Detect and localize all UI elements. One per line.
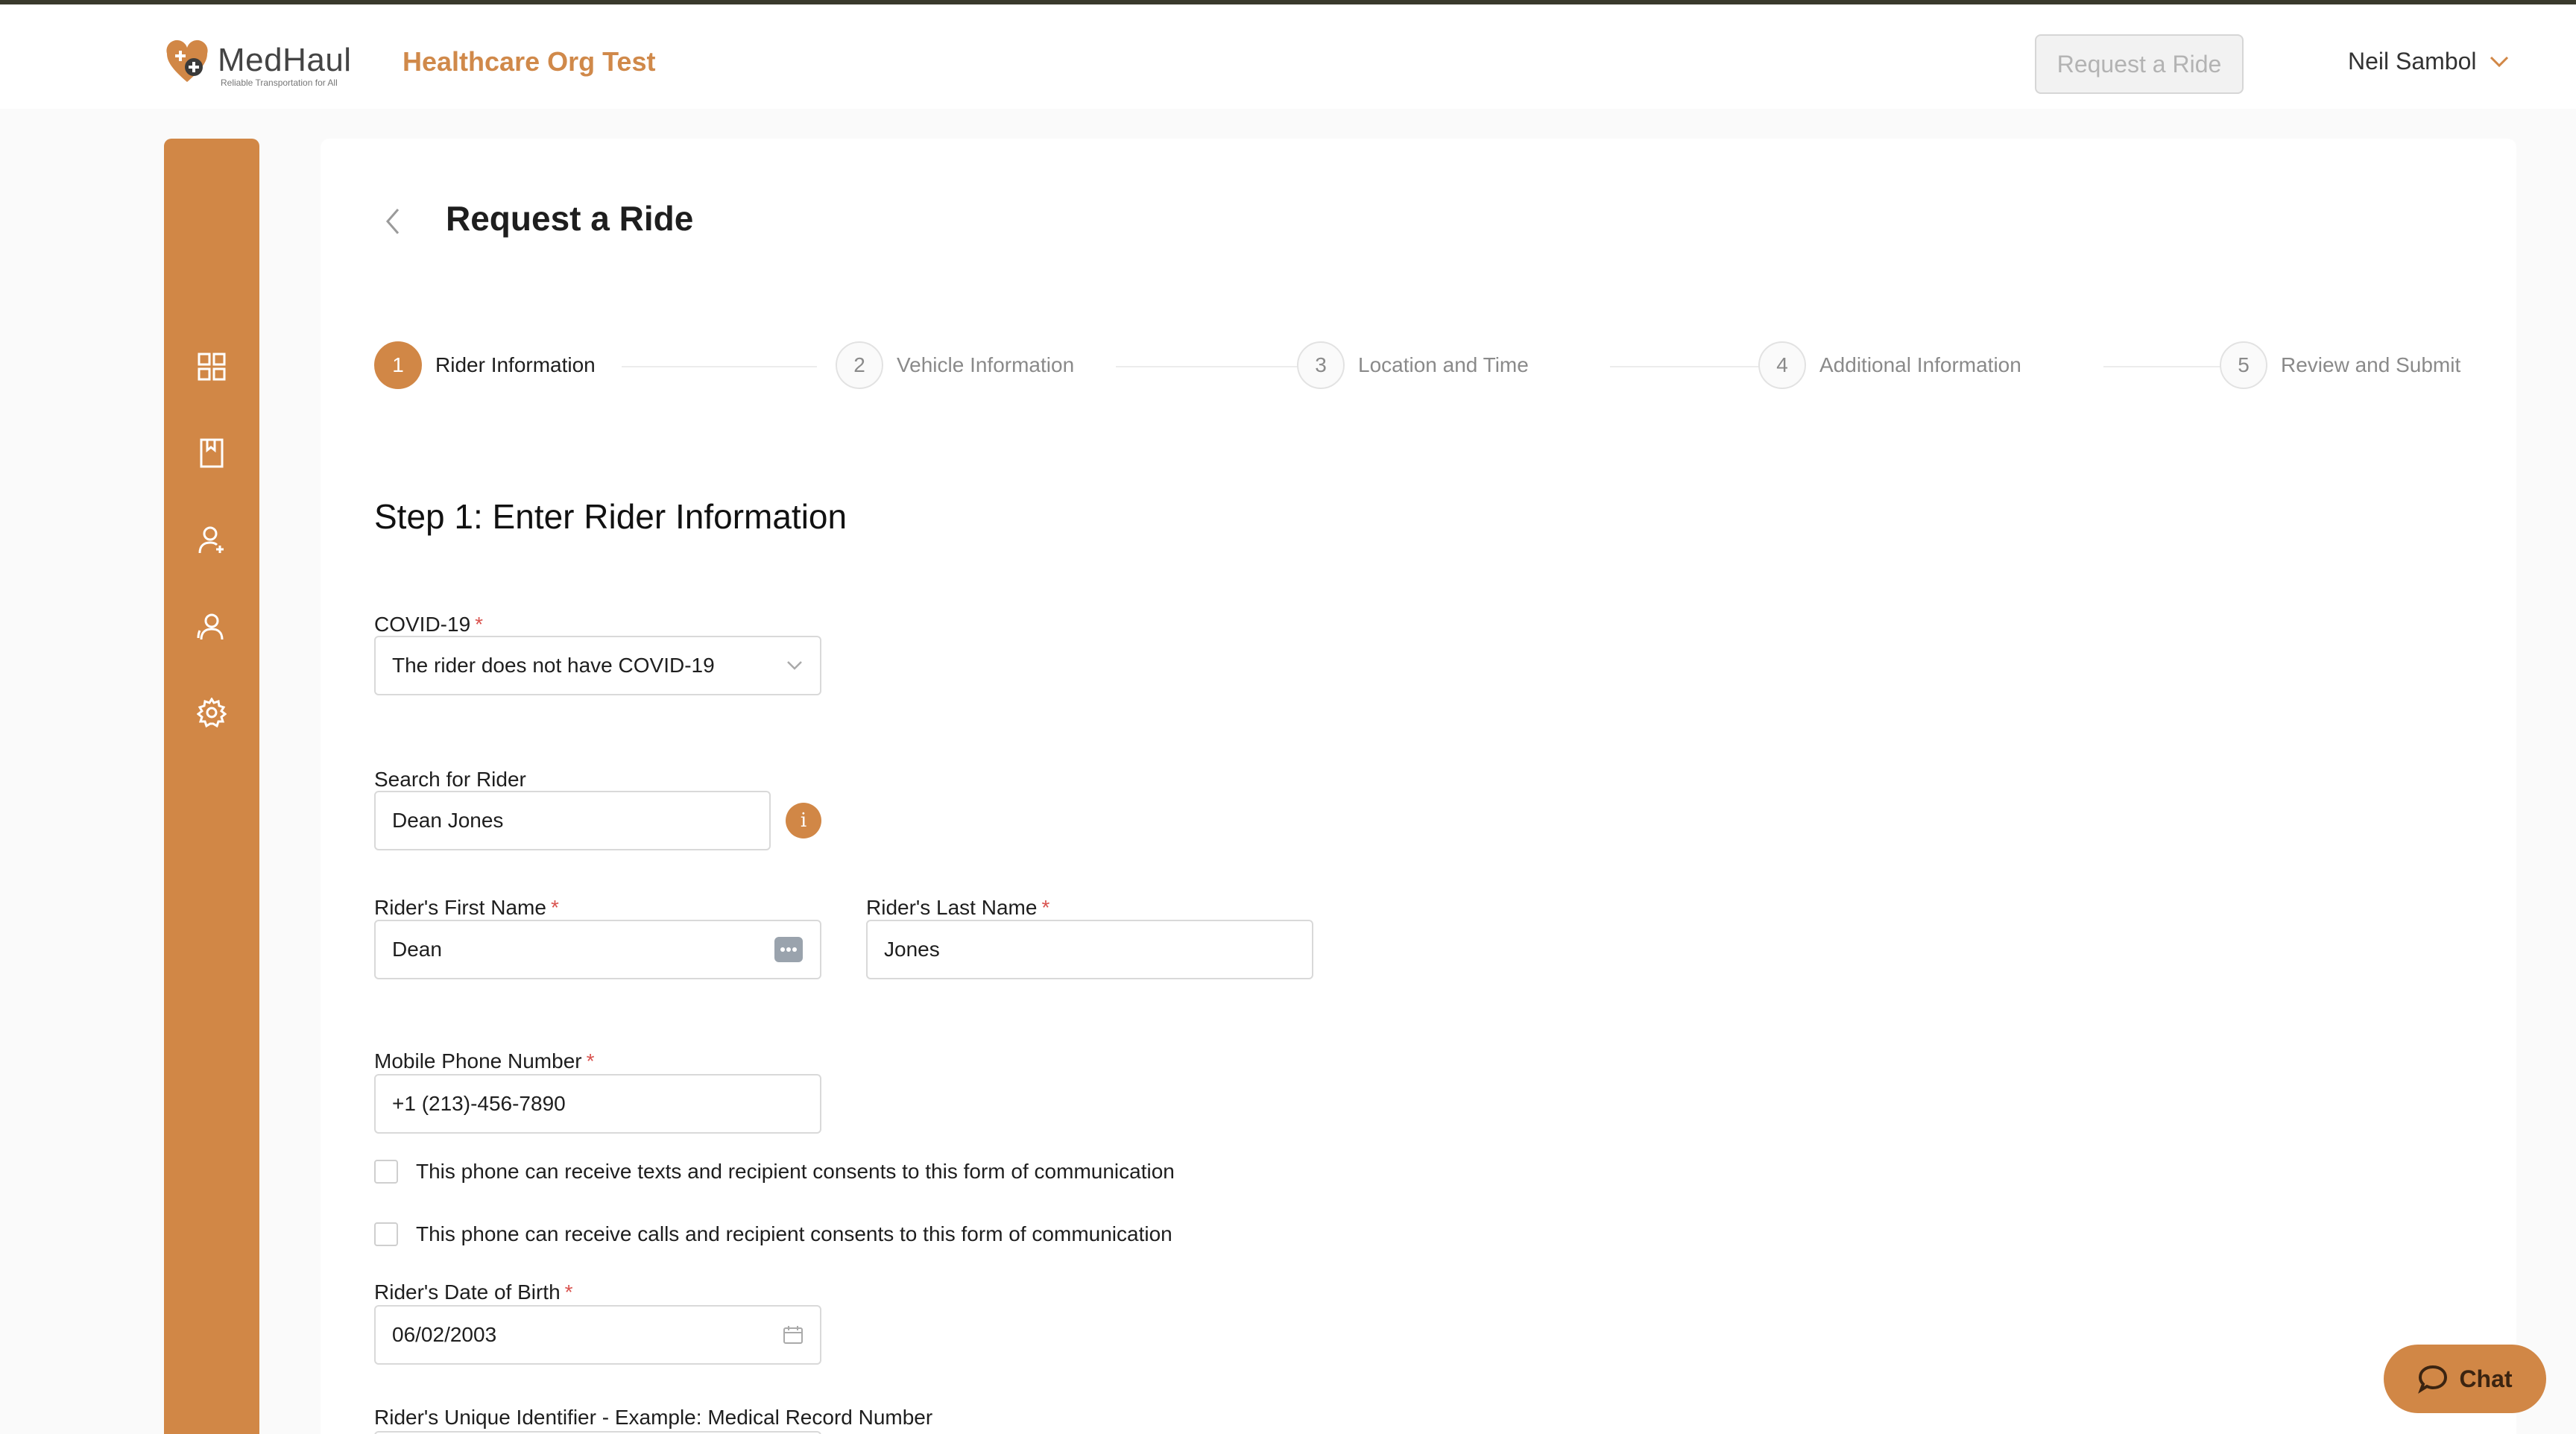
first-name-field[interactable]: Dean: [374, 920, 821, 979]
user-menu[interactable]: Neil Sambol: [2348, 48, 2510, 75]
logo-mark-icon: [166, 40, 208, 82]
sidebar-item-settings[interactable]: [192, 693, 231, 732]
chevron-down-icon: [787, 661, 802, 670]
page-title: Request a Ride: [446, 199, 694, 238]
step-number: 1: [374, 341, 422, 389]
first-name-label: Rider's First Name *: [374, 896, 559, 919]
covid-status-select[interactable]: The rider does not have COVID-19: [374, 636, 821, 695]
step-number: 5: [2220, 341, 2267, 389]
step-label: Rider Information: [435, 353, 596, 376]
step-label: Vehicle Information: [897, 353, 1075, 376]
sidebar-item-riders[interactable]: [192, 607, 231, 645]
mobile-phone-field[interactable]: +1 (213)-456-7890: [374, 1074, 821, 1134]
users-icon: [197, 613, 224, 640]
dob-label: Rider's Date of Birth *: [374, 1280, 573, 1304]
back-button[interactable]: [374, 203, 411, 240]
sidebar-item-rides[interactable]: [192, 434, 231, 473]
chat-bubble-icon: [2418, 1365, 2448, 1394]
unique-identifier-label: Rider's Unique Identifier - Example: Med…: [374, 1406, 933, 1429]
step-location-and-time[interactable]: 3 Location and Time: [1297, 341, 1529, 389]
search-rider-value: Dean Jones: [392, 809, 504, 832]
mobile-phone-value: +1 (213)-456-7890: [392, 1092, 566, 1115]
covid-status-value: The rider does not have COVID-19: [392, 654, 715, 677]
gear-icon: [197, 698, 227, 727]
calendar-icon: [783, 1326, 803, 1344]
sidebar-item-add-rider[interactable]: [192, 520, 231, 559]
section-title: Step 1: Enter Rider Information: [374, 497, 847, 536]
chevron-left-icon: [386, 209, 400, 234]
step-rider-information[interactable]: 1 Rider Information: [374, 341, 596, 389]
medhaul-logo[interactable]: MedHaul Reliable Transportation for All: [164, 33, 359, 94]
chat-label: Chat: [2459, 1365, 2513, 1392]
calls-consent-checkbox[interactable]: [374, 1222, 398, 1246]
step-number: 2: [836, 341, 883, 389]
progress-stepper: 1 Rider Information 2 Vehicle Informatio…: [374, 341, 2461, 394]
autofill-keyboard-icon[interactable]: [774, 936, 804, 963]
step-label: Review and Submit: [2281, 353, 2461, 376]
first-name-value: Dean: [392, 938, 442, 961]
covid-label: COVID-19 *: [374, 613, 484, 636]
texts-consent-row[interactable]: This phone can receive texts and recipie…: [374, 1160, 1175, 1184]
user-name: Neil Sambol: [2348, 48, 2477, 75]
chat-button[interactable]: Chat: [2384, 1345, 2546, 1413]
last-name-label: Rider's Last Name *: [866, 896, 1050, 919]
texts-consent-label: This phone can receive texts and recipie…: [416, 1160, 1175, 1183]
unique-identifier-field[interactable]: [374, 1431, 821, 1434]
chevron-down-icon: [2490, 56, 2508, 67]
dob-date-picker[interactable]: 06/02/2003: [374, 1305, 821, 1365]
stepper-connector: [1116, 366, 1310, 367]
top-bar: MedHaul Reliable Transportation for All …: [0, 4, 2576, 109]
stepper-connector: [622, 366, 817, 367]
dashboard-grid-icon: [198, 353, 226, 381]
request-ride-button[interactable]: Request a Ride: [2035, 34, 2244, 94]
search-rider-input[interactable]: Dean Jones: [374, 791, 771, 850]
texts-consent-checkbox[interactable]: [374, 1160, 398, 1184]
info-icon[interactable]: i: [786, 803, 821, 838]
step-label: Location and Time: [1358, 353, 1529, 376]
step-number: 3: [1297, 341, 1345, 389]
step-additional-information[interactable]: 4 Additional Information: [1758, 341, 2021, 389]
logo-tagline: Reliable Transportation for All: [221, 78, 338, 88]
bookmark-icon: [200, 438, 224, 468]
calls-consent-row[interactable]: This phone can receive calls and recipie…: [374, 1222, 1172, 1246]
step-number: 4: [1758, 341, 1806, 389]
dob-value: 06/02/2003: [392, 1323, 497, 1346]
sidebar: [164, 139, 259, 1434]
organization-name: Healthcare Org Test: [402, 46, 656, 77]
request-ride-card: Request a Ride 1 Rider Information 2 Veh…: [321, 139, 2516, 1434]
search-rider-label: Search for Rider: [374, 768, 526, 791]
step-vehicle-information[interactable]: 2 Vehicle Information: [836, 341, 1074, 389]
mobile-phone-label: Mobile Phone Number *: [374, 1049, 595, 1073]
step-label: Additional Information: [1819, 353, 2021, 376]
add-user-icon: [198, 526, 224, 554]
calls-consent-label: This phone can receive calls and recipie…: [416, 1222, 1172, 1245]
last-name-value: Jones: [884, 938, 940, 961]
sidebar-item-dashboard[interactable]: [192, 347, 231, 386]
last-name-field[interactable]: Jones: [866, 920, 1313, 979]
step-review-and-submit[interactable]: 5 Review and Submit: [2220, 341, 2460, 389]
logo-wordmark: MedHaul: [218, 42, 352, 78]
